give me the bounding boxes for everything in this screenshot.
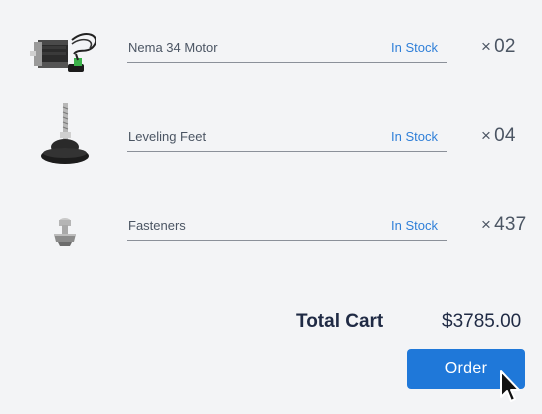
mouse-pointer-icon xyxy=(498,369,524,405)
item-name: Nema 34 Motor xyxy=(128,40,218,55)
item-divider xyxy=(127,240,447,241)
cart-item: Leveling Feet In Stock × 04 xyxy=(0,103,542,167)
t-nut-fastener-icon xyxy=(28,196,96,256)
item-quantity: × 437 xyxy=(481,214,527,235)
item-divider xyxy=(127,151,447,152)
item-divider xyxy=(127,62,447,63)
item-quantity: × 04 xyxy=(481,125,516,146)
cart-item: Fasteners In Stock × 437 xyxy=(0,196,542,256)
stock-status: In Stock xyxy=(391,40,438,55)
cart-page: Nema 34 Motor In Stock × 02 Leveling Fee… xyxy=(0,0,542,414)
leveling-foot-icon xyxy=(28,101,96,171)
item-name: Leveling Feet xyxy=(128,129,207,144)
stock-status: In Stock xyxy=(391,129,438,144)
item-quantity: × 02 xyxy=(481,36,516,57)
stock-status: In Stock xyxy=(391,218,438,233)
cart-item: Nema 34 Motor In Stock × 02 xyxy=(0,18,542,78)
item-name: Fasteners xyxy=(128,218,186,233)
total-value: $3785.00 xyxy=(442,311,522,332)
total-label: Total Cart xyxy=(296,311,384,332)
stepper-motor-icon xyxy=(28,18,96,78)
